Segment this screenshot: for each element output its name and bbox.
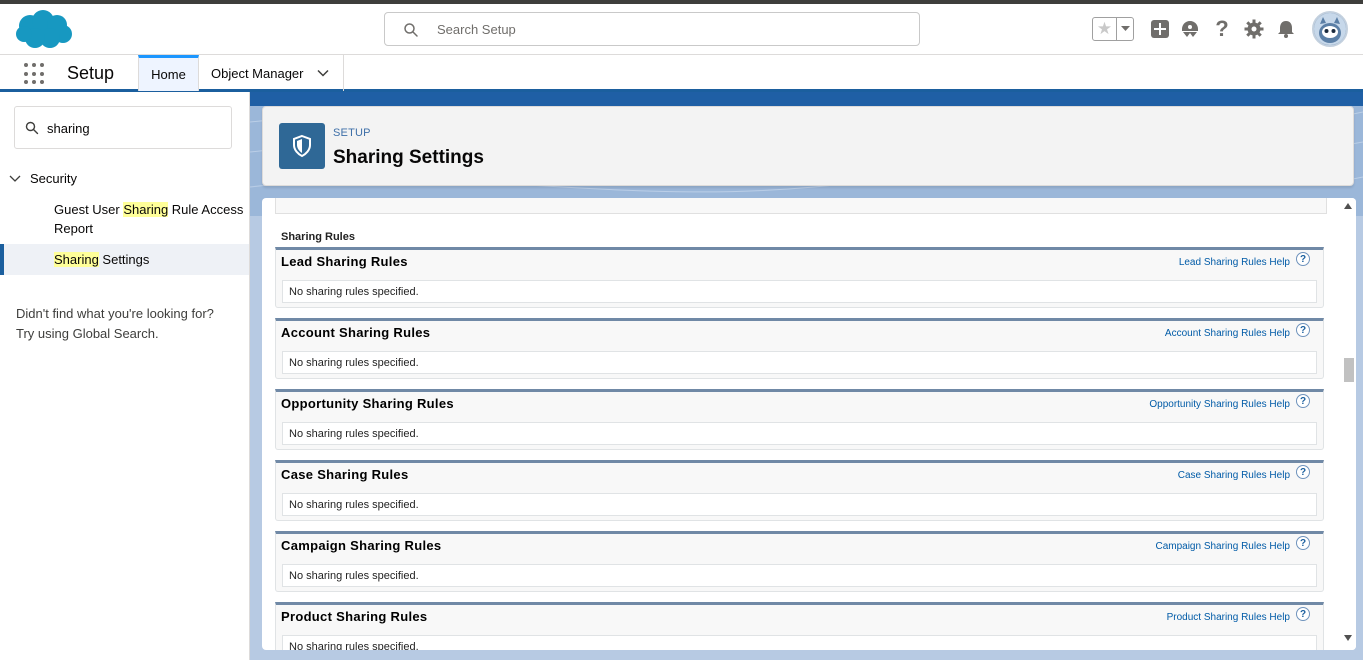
quick-find-box[interactable] bbox=[14, 106, 232, 149]
rule-block-product: Product Sharing Rules Product Sharing Ru… bbox=[275, 602, 1324, 650]
rule-block-body: No sharing rules specified. bbox=[282, 351, 1317, 374]
rule-block-case: Case Sharing Rules Case Sharing Rules He… bbox=[275, 460, 1324, 521]
help-icon[interactable]: ? bbox=[1296, 394, 1310, 408]
tree-item-text: Settings bbox=[98, 252, 150, 267]
chevron-down-icon[interactable] bbox=[8, 171, 22, 185]
search-match-highlight: Sharing bbox=[54, 252, 99, 267]
rule-block-opportunity: Opportunity Sharing Rules Opportunity Sh… bbox=[275, 389, 1324, 450]
no-result-hint: Didn't find what you're looking for? Try… bbox=[16, 304, 241, 344]
trailhead-icon[interactable] bbox=[1179, 18, 1201, 40]
tab-object-manager[interactable]: Object Manager bbox=[199, 55, 344, 91]
help-link[interactable]: Account Sharing Rules Help bbox=[1165, 328, 1290, 339]
no-result-line: Didn't find what you're looking for? bbox=[16, 306, 214, 321]
help-icon[interactable]: ? bbox=[1296, 536, 1310, 550]
rule-block-body: No sharing rules specified. bbox=[282, 493, 1317, 516]
global-header: ★ ? bbox=[0, 4, 1363, 55]
notification-bell-icon[interactable] bbox=[1275, 18, 1297, 40]
empty-message: No sharing rules specified. bbox=[289, 499, 419, 511]
content-scrollbar[interactable] bbox=[1340, 198, 1356, 650]
rule-block-title: Account Sharing Rules bbox=[281, 325, 431, 340]
rule-block-campaign: Campaign Sharing Rules Campaign Sharing … bbox=[275, 531, 1324, 592]
help-icon[interactable]: ? bbox=[1296, 465, 1310, 479]
scroll-up-arrow-icon[interactable] bbox=[1343, 202, 1353, 210]
search-icon bbox=[25, 121, 39, 135]
rule-block-account: Account Sharing Rules Account Sharing Ru… bbox=[275, 318, 1324, 379]
context-bar: Setup Home Object Manager bbox=[0, 55, 1363, 92]
shield-icon bbox=[279, 123, 325, 169]
rule-block-body: No sharing rules specified. bbox=[282, 422, 1317, 445]
help-icon[interactable]: ? bbox=[1211, 16, 1233, 41]
rule-block-body: No sharing rules specified. bbox=[282, 280, 1317, 303]
empty-message: No sharing rules specified. bbox=[289, 357, 419, 369]
rule-block-lead: Lead Sharing Rules Lead Sharing Rules He… bbox=[275, 247, 1324, 308]
help-link[interactable]: Campaign Sharing Rules Help bbox=[1155, 541, 1290, 552]
setup-search-box[interactable] bbox=[384, 12, 920, 46]
search-input[interactable] bbox=[437, 19, 897, 39]
help-link[interactable]: Case Sharing Rules Help bbox=[1178, 470, 1290, 481]
page-header: SETUP Sharing Settings bbox=[262, 106, 1354, 186]
favorites-dropdown[interactable] bbox=[1117, 18, 1133, 40]
scrollbar-thumb[interactable] bbox=[1344, 358, 1354, 382]
search-match-highlight: Sharing bbox=[123, 202, 169, 217]
tree-item-text: Guest User bbox=[54, 202, 124, 217]
main-area: SETUP Sharing Settings Sharing Rules Lea… bbox=[250, 92, 1363, 660]
empty-message: No sharing rules specified. bbox=[289, 570, 419, 582]
tab-object-manager-label: Object Manager bbox=[211, 65, 304, 81]
help-icon[interactable]: ? bbox=[1296, 323, 1310, 337]
favorites-group[interactable]: ★ bbox=[1092, 17, 1134, 41]
tree-node-label: Security bbox=[30, 170, 77, 186]
salesforce-logo[interactable] bbox=[14, 9, 74, 51]
help-link[interactable]: Product Sharing Rules Help bbox=[1167, 612, 1290, 623]
tree-item-sharing-settings[interactable]: Sharing Settings bbox=[0, 244, 249, 275]
app-launcher-icon[interactable] bbox=[24, 63, 46, 85]
search-icon bbox=[404, 23, 418, 37]
tab-home[interactable]: Home bbox=[138, 55, 199, 91]
empty-message: No sharing rules specified. bbox=[289, 428, 419, 440]
rule-block-title: Campaign Sharing Rules bbox=[281, 538, 442, 553]
rule-block-body: No sharing rules specified. bbox=[282, 564, 1317, 587]
content-panel: Sharing Rules Lead Sharing Rules Lead Sh… bbox=[262, 198, 1356, 650]
global-search-hint: Try using Global Search. bbox=[16, 326, 159, 341]
quick-find-input[interactable] bbox=[47, 119, 217, 137]
page-title: Sharing Settings bbox=[333, 147, 484, 168]
tree-item-guest-user-sharing-rule-access-report[interactable]: Guest User Sharing Rule Access Report bbox=[0, 200, 249, 238]
rule-block-title: Opportunity Sharing Rules bbox=[281, 396, 454, 411]
page-header-eyebrow: SETUP bbox=[333, 127, 371, 139]
tree-node-security[interactable]: Security bbox=[8, 168, 77, 188]
section-title: Sharing Rules bbox=[281, 231, 355, 243]
scroll-down-arrow-icon[interactable] bbox=[1343, 634, 1353, 642]
help-icon[interactable]: ? bbox=[1296, 607, 1310, 621]
setup-sidebar: Security Guest User Sharing Rule Access … bbox=[0, 92, 250, 660]
empty-message: No sharing rules specified. bbox=[289, 286, 419, 298]
chevron-down-icon bbox=[1120, 26, 1130, 31]
add-icon[interactable] bbox=[1149, 18, 1171, 40]
rule-block-body: No sharing rules specified. bbox=[282, 635, 1317, 650]
rule-block-title: Lead Sharing Rules bbox=[281, 254, 408, 269]
app-name: Setup bbox=[67, 63, 115, 83]
previous-section-edge bbox=[275, 198, 1327, 214]
rule-block-title: Product Sharing Rules bbox=[281, 609, 428, 624]
star-icon[interactable]: ★ bbox=[1093, 18, 1117, 40]
empty-message: No sharing rules specified. bbox=[289, 641, 419, 650]
rule-block-title: Case Sharing Rules bbox=[281, 467, 409, 482]
help-icon[interactable]: ? bbox=[1296, 252, 1310, 266]
setup-gear-icon[interactable] bbox=[1243, 18, 1265, 40]
help-link[interactable]: Lead Sharing Rules Help bbox=[1179, 257, 1290, 268]
user-avatar[interactable] bbox=[1312, 11, 1348, 47]
help-link[interactable]: Opportunity Sharing Rules Help bbox=[1149, 399, 1290, 410]
chevron-down-icon[interactable] bbox=[317, 67, 329, 79]
